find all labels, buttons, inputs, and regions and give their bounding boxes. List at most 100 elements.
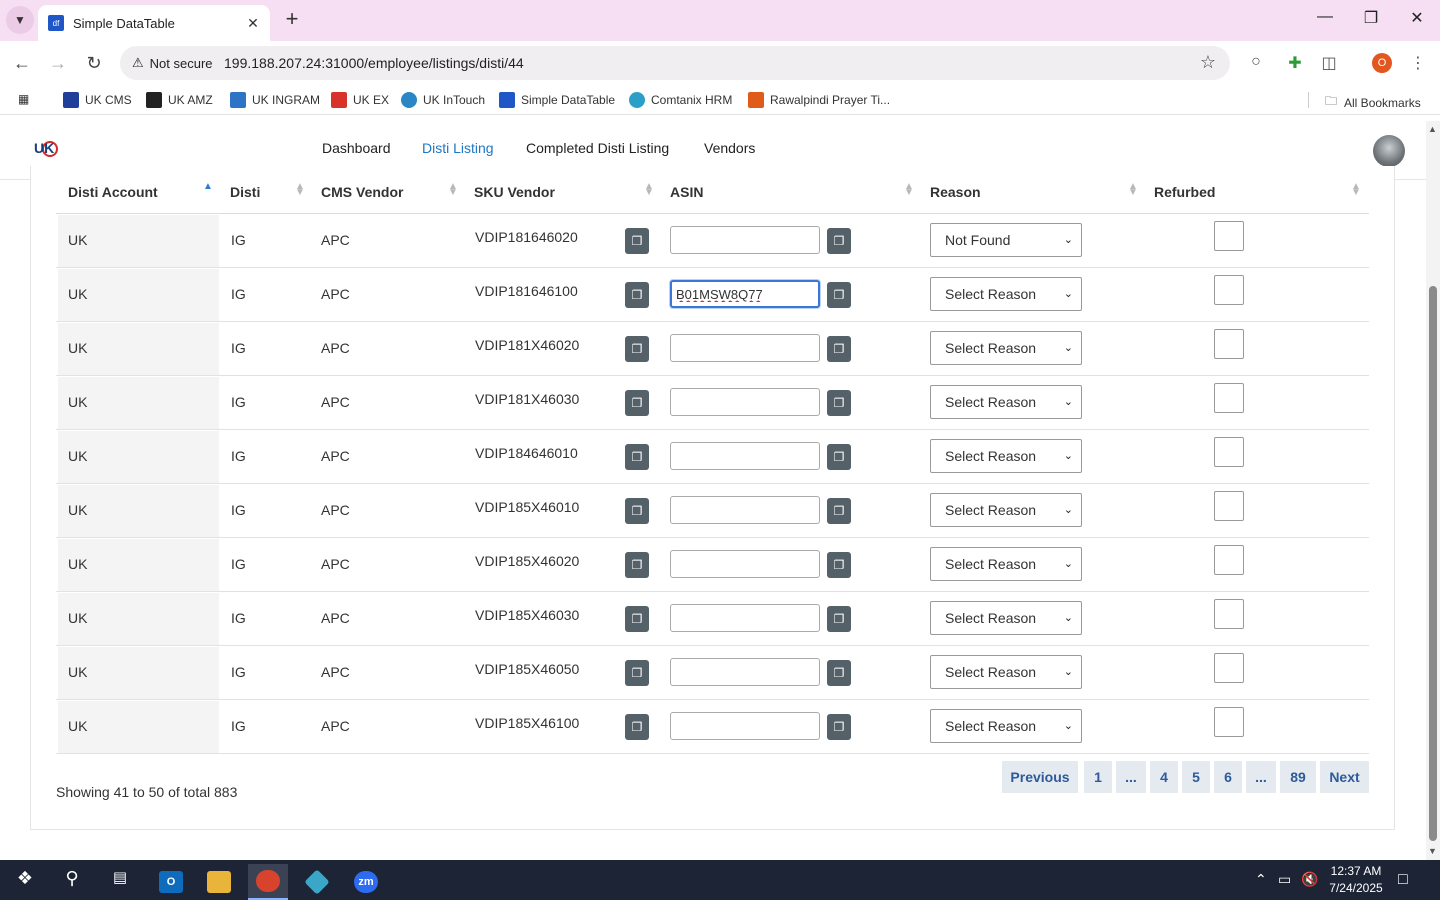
refurbed-checkbox[interactable] xyxy=(1214,275,1244,305)
nav-disti-listing[interactable]: Disti Listing xyxy=(422,140,494,156)
all-bookmarks-button[interactable]: 🗀 All Bookmarks xyxy=(1325,92,1421,113)
asin-input[interactable] xyxy=(670,388,820,416)
security-indicator[interactable]: ⚠ Not secure xyxy=(128,52,221,74)
bookmark-comtanix-hrm[interactable]: Comtanix HRM xyxy=(629,92,732,108)
asin-input[interactable] xyxy=(670,604,820,632)
refurbed-checkbox[interactable] xyxy=(1214,437,1244,467)
col-cms-vendor[interactable]: CMS Vendor xyxy=(321,184,403,200)
sort-icon[interactable]: ▲ ▼ xyxy=(1351,182,1361,198)
refurbed-checkbox[interactable] xyxy=(1214,383,1244,413)
reason-select[interactable]: Select Reason ⌄ xyxy=(930,655,1082,689)
refurbed-checkbox[interactable] xyxy=(1214,329,1244,359)
reason-select[interactable]: Select Reason ⌄ xyxy=(930,709,1082,743)
pagination-previous[interactable]: Previous xyxy=(1002,761,1078,793)
sort-icon[interactable]: ▲ ▼ xyxy=(1128,182,1138,198)
translate-icon[interactable]: ○ xyxy=(1245,53,1267,75)
reason-select[interactable]: Select Reason ⌄ xyxy=(930,493,1082,527)
paste-asin-button[interactable]: ❐ xyxy=(827,714,851,740)
copy-sku-button[interactable]: ❐ xyxy=(625,228,649,254)
col-disti-account[interactable]: Disti Account xyxy=(68,184,158,200)
paste-asin-button[interactable]: ❐ xyxy=(827,444,851,470)
browser-tab-active[interactable]: df Simple DataTable ✕ xyxy=(38,5,270,41)
col-reason[interactable]: Reason xyxy=(930,184,981,200)
refurbed-checkbox[interactable] xyxy=(1214,221,1244,251)
col-asin[interactable]: ASIN xyxy=(670,184,703,200)
windows-start-icon[interactable]: ❖ xyxy=(12,868,38,892)
user-avatar[interactable] xyxy=(1373,135,1405,167)
nav-vendors[interactable]: Vendors xyxy=(704,140,755,156)
profile-avatar[interactable]: O xyxy=(1372,53,1392,73)
tab-search-button[interactable]: ▼ xyxy=(6,6,34,34)
asin-input[interactable] xyxy=(670,496,820,524)
asin-input[interactable] xyxy=(670,658,820,686)
scrollbar-thumb[interactable] xyxy=(1429,286,1437,841)
pagination-page-5[interactable]: 5 xyxy=(1182,761,1210,793)
asin-input[interactable] xyxy=(670,334,820,362)
refurbed-checkbox[interactable] xyxy=(1214,707,1244,737)
pagination-page-89[interactable]: 89 xyxy=(1280,761,1316,793)
sort-icon[interactable]: ▲ ▼ xyxy=(448,182,458,198)
col-refurbed[interactable]: Refurbed xyxy=(1154,184,1215,200)
scroll-up-icon[interactable]: ▲ xyxy=(1428,124,1437,134)
asin-input[interactable] xyxy=(670,550,820,578)
bookmark-uk-intouch[interactable]: UK InTouch xyxy=(401,92,485,108)
asin-input[interactable] xyxy=(670,712,820,740)
taskbar-app-diamond[interactable] xyxy=(297,864,337,900)
asin-input[interactable] xyxy=(670,226,820,254)
asin-input[interactable] xyxy=(670,442,820,470)
refurbed-checkbox[interactable] xyxy=(1214,599,1244,629)
network-icon[interactable]: ▭ xyxy=(1278,871,1291,888)
pagination-page-4[interactable]: 4 xyxy=(1150,761,1178,793)
taskbar-clock[interactable]: 12:37 AM 7/24/2025 xyxy=(1326,863,1386,897)
pagination-page-1[interactable]: 1 xyxy=(1084,761,1112,793)
sort-icon[interactable]: ▲ ▼ xyxy=(644,182,654,198)
sort-icon[interactable]: ▲ ▼ xyxy=(904,182,914,198)
paste-asin-button[interactable]: ❐ xyxy=(827,606,851,632)
bookmark-uk-amz[interactable]: UK AMZ xyxy=(146,92,213,108)
paste-asin-button[interactable]: ❐ xyxy=(827,660,851,686)
scroll-down-icon[interactable]: ▼ xyxy=(1428,846,1437,856)
reason-select[interactable]: Select Reason ⌄ xyxy=(930,601,1082,635)
pagination-next[interactable]: Next xyxy=(1320,761,1369,793)
col-disti[interactable]: Disti xyxy=(230,184,260,200)
copy-sku-button[interactable]: ❐ xyxy=(625,552,649,578)
taskbar-chrome[interactable] xyxy=(248,864,288,900)
refurbed-checkbox[interactable] xyxy=(1214,491,1244,521)
uk-logo[interactable]: UK xyxy=(34,140,58,162)
bookmark-uk-ex[interactable]: UK EX xyxy=(331,92,389,108)
paste-asin-button[interactable]: ❐ xyxy=(827,336,851,362)
bookmark-rawalpindi-prayer[interactable]: Rawalpindi Prayer Ti... xyxy=(748,92,890,108)
tray-chevron-icon[interactable]: ⌃ xyxy=(1255,871,1267,888)
forward-arrow-icon[interactable]: → xyxy=(46,51,70,75)
notifications-icon[interactable]: □ xyxy=(1398,871,1408,889)
nav-completed-disti-listing[interactable]: Completed Disti Listing xyxy=(526,140,669,156)
copy-sku-button[interactable]: ❐ xyxy=(625,336,649,362)
copy-sku-button[interactable]: ❐ xyxy=(625,282,649,308)
sort-icon[interactable]: ▲ ▼ xyxy=(295,182,305,198)
address-bar[interactable]: ⚠ Not secure 199.188.207.24:31000/employ… xyxy=(120,46,1230,80)
copy-sku-button[interactable]: ❐ xyxy=(625,660,649,686)
sort-ascending-icon[interactable]: ▲ xyxy=(203,182,213,192)
paste-asin-button[interactable]: ❐ xyxy=(827,552,851,578)
reason-select[interactable]: Not Found ⌄ xyxy=(930,223,1082,257)
reason-select[interactable]: Select Reason ⌄ xyxy=(930,331,1082,365)
copy-sku-button[interactable]: ❐ xyxy=(625,714,649,740)
back-arrow-icon[interactable]: ← xyxy=(10,51,34,75)
paste-asin-button[interactable]: ❐ xyxy=(827,498,851,524)
col-sku-vendor[interactable]: SKU Vendor xyxy=(474,184,555,200)
minimize-window-icon[interactable]: — xyxy=(1313,8,1337,32)
bookmark-uk-ingram[interactable]: UK INGRAM xyxy=(230,92,320,108)
reload-icon[interactable]: ↻ xyxy=(82,51,106,75)
task-view-icon[interactable]: ▤ xyxy=(107,868,133,892)
search-icon[interactable]: ⚲ xyxy=(59,868,85,892)
paste-asin-button[interactable]: ❐ xyxy=(827,282,851,308)
bookmark-star-icon[interactable]: ☆ xyxy=(1200,52,1216,73)
reason-select[interactable]: Select Reason ⌄ xyxy=(930,439,1082,473)
pagination-page-6[interactable]: 6 xyxy=(1214,761,1242,793)
copy-sku-button[interactable]: ❐ xyxy=(625,390,649,416)
maximize-window-icon[interactable]: ❐ xyxy=(1359,8,1383,32)
close-window-icon[interactable]: ✕ xyxy=(1405,8,1429,32)
copy-sku-button[interactable]: ❐ xyxy=(625,606,649,632)
reason-select[interactable]: Select Reason ⌄ xyxy=(930,385,1082,419)
page-scrollbar[interactable]: ▲ ▼ xyxy=(1426,121,1440,860)
